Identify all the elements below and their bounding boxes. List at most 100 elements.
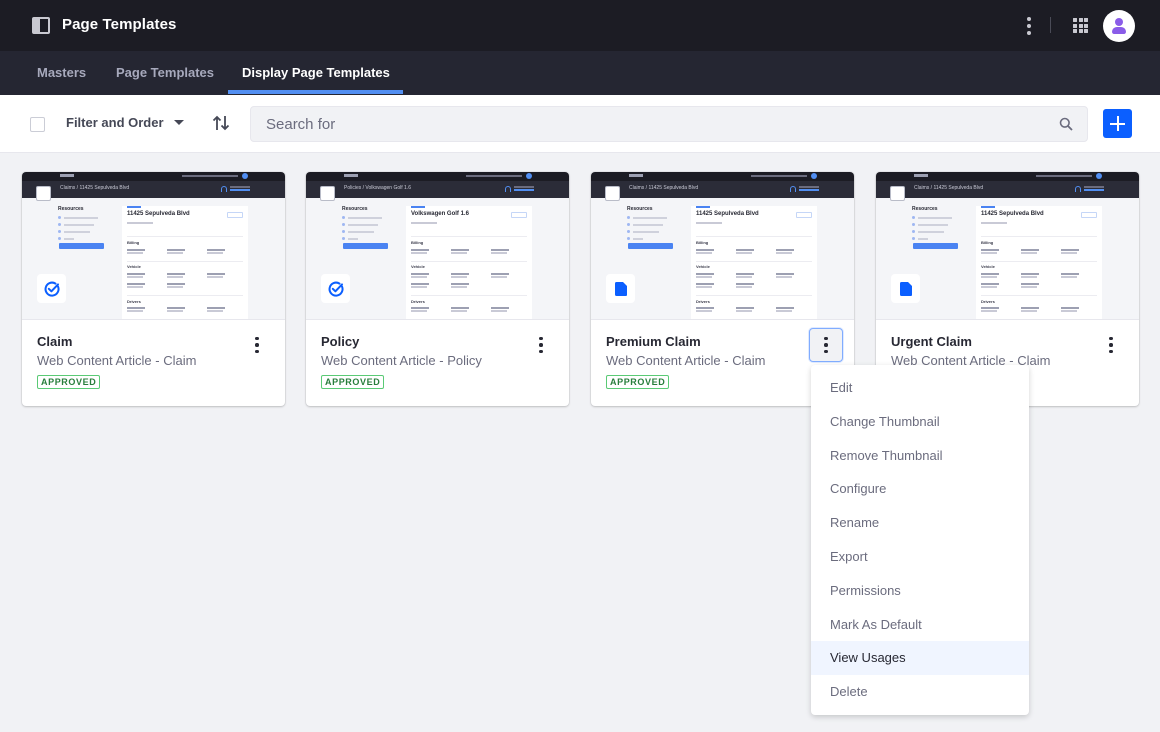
- preview-topbar: [591, 172, 854, 181]
- card-actions-menu: Edit Change Thumbnail Remove Thumbnail Conf…: [811, 365, 1029, 715]
- preview-breadcrumb: Claims / 11425 Sepulveda Blvd: [914, 185, 984, 191]
- headset-icon: [505, 186, 511, 192]
- dot: [824, 349, 828, 354]
- dot: [1027, 31, 1031, 35]
- card-select-checkbox[interactable]: [36, 186, 51, 201]
- active-tab-indicator: [228, 90, 403, 94]
- card-title[interactable]: Urgent Claim: [891, 334, 972, 349]
- check-circle-icon: [37, 274, 66, 303]
- preview-sidebar-title: Resources: [58, 206, 84, 212]
- dot: [1109, 343, 1113, 347]
- dot: [1027, 17, 1031, 21]
- dot: [255, 343, 259, 347]
- management-toolbar: Filter and Order: [0, 95, 1160, 153]
- product-menu-icon[interactable]: [32, 17, 50, 34]
- status-badge: APPROVED: [321, 375, 385, 389]
- preview-document: Volkswagen Golf 1.6 Billing Vehicle Driv…: [406, 206, 532, 319]
- preview-heading: 11425 Sepulveda Blvd: [981, 211, 1044, 217]
- preview-section: Billing: [127, 240, 140, 245]
- menu-item-mark-as-default[interactable]: Mark As Default: [811, 608, 1029, 642]
- dot: [539, 336, 543, 341]
- select-all-checkbox[interactable]: [30, 117, 45, 132]
- card-select-checkbox[interactable]: [605, 186, 620, 201]
- preview-document: 11425 Sepulveda Blvd Billing Vehicle Dri…: [122, 206, 248, 319]
- check-circle-icon: [321, 274, 350, 303]
- card-actions-button[interactable]: [240, 328, 274, 362]
- app-header: Page Templates: [0, 0, 1160, 51]
- preview-topbar: [22, 172, 285, 181]
- menu-item-permissions[interactable]: Permissions: [811, 574, 1029, 608]
- grid-icon[interactable]: [1073, 18, 1088, 33]
- headset-icon: [1075, 186, 1081, 192]
- card-thumbnail[interactable]: Claims / 11425 Sepulveda Blvd Resources …: [876, 172, 1139, 320]
- card-subtitle: Web Content Article - Claim: [37, 353, 197, 368]
- preview-breadcrumb: Claims / 11425 Sepulveda Blvd: [60, 185, 130, 191]
- status-badge: APPROVED: [606, 375, 670, 389]
- menu-item-rename[interactable]: Rename: [811, 506, 1029, 540]
- template-card: Policies / Volkswagen Golf 1.6 Resources…: [306, 172, 569, 406]
- headset-icon: [790, 186, 796, 192]
- card-title[interactable]: Premium Claim: [606, 334, 701, 349]
- card-thumbnail[interactable]: Claims / 11425 Sepulveda Blvd Resources …: [22, 172, 285, 320]
- template-card: Claims / 11425 Sepulveda Blvd Resources …: [22, 172, 285, 406]
- caret-down-icon: [173, 120, 184, 125]
- dot: [824, 343, 828, 347]
- status-badge: APPROVED: [37, 375, 101, 389]
- search-icon[interactable]: [1059, 117, 1073, 131]
- card-thumbnail[interactable]: Policies / Volkswagen Golf 1.6 Resources…: [306, 172, 569, 320]
- menu-item-configure[interactable]: Configure: [811, 472, 1029, 506]
- preview-section: Vehicle: [696, 264, 710, 269]
- preview-sidebar-title: Resources: [627, 206, 653, 212]
- user-avatar[interactable]: [1103, 10, 1135, 42]
- card-body: Policy Web Content Article - Policy APPR…: [306, 320, 569, 406]
- options-menu-button[interactable]: [1020, 16, 1038, 36]
- card-title[interactable]: Policy: [321, 334, 359, 349]
- dot: [1109, 336, 1113, 341]
- card-select-checkbox[interactable]: [890, 186, 905, 201]
- preview-sidebar-title: Resources: [912, 206, 938, 212]
- tab-display-page-templates[interactable]: Display Page Templates: [242, 51, 390, 95]
- preview-header: Claims / 11425 Sepulveda Blvd: [22, 181, 285, 198]
- preview-header: Claims / 11425 Sepulveda Blvd: [591, 181, 854, 198]
- dot: [255, 349, 259, 354]
- search-input[interactable]: [251, 107, 1087, 141]
- preview-heading: 11425 Sepulveda Blvd: [127, 211, 190, 217]
- preview-section: Drivers: [981, 299, 995, 304]
- preview-sidebar-title: Resources: [342, 206, 368, 212]
- tab-masters[interactable]: Masters: [37, 51, 86, 95]
- preview-section: Billing: [411, 240, 424, 245]
- filter-label: Filter and Order: [66, 115, 164, 130]
- card-select-checkbox[interactable]: [320, 186, 335, 201]
- dot: [824, 336, 828, 341]
- menu-item-export[interactable]: Export: [811, 540, 1029, 574]
- app-title: Page Templates: [62, 16, 177, 33]
- preview-topbar: [306, 172, 569, 181]
- preview-section: Vehicle: [127, 264, 141, 269]
- card-title[interactable]: Claim: [37, 334, 72, 349]
- dot: [1027, 24, 1031, 28]
- card-actions-button[interactable]: [1094, 328, 1128, 362]
- add-button[interactable]: [1103, 109, 1132, 138]
- preview-breadcrumb: Claims / 11425 Sepulveda Blvd: [629, 185, 699, 191]
- menu-item-delete[interactable]: Delete: [811, 675, 1029, 709]
- tab-page-templates[interactable]: Page Templates: [116, 51, 214, 95]
- card-actions-button[interactable]: [809, 328, 843, 362]
- document-icon: [606, 274, 635, 303]
- card-actions-button[interactable]: [524, 328, 558, 362]
- preview-heading: Volkswagen Golf 1.6: [411, 211, 469, 217]
- dot: [1109, 349, 1113, 354]
- card-thumbnail[interactable]: Claims / 11425 Sepulveda Blvd Resources …: [591, 172, 854, 320]
- menu-item-view-usages[interactable]: View Usages: [811, 641, 1029, 676]
- filter-and-order-dropdown[interactable]: Filter and Order: [66, 115, 184, 130]
- order-arrows-icon[interactable]: [212, 114, 230, 132]
- preview-header: Claims / 11425 Sepulveda Blvd: [876, 181, 1139, 198]
- preview-heading: 11425 Sepulveda Blvd: [696, 211, 759, 217]
- card-subtitle: Web Content Article - Policy: [321, 353, 482, 368]
- menu-item-edit[interactable]: Edit: [811, 371, 1029, 405]
- menu-item-change-thumbnail[interactable]: Change Thumbnail: [811, 405, 1029, 439]
- menu-item-remove-thumbnail[interactable]: Remove Thumbnail: [811, 439, 1029, 473]
- preview-section: Drivers: [411, 299, 425, 304]
- preview-section: Vehicle: [981, 264, 995, 269]
- document-icon: [891, 274, 920, 303]
- preview-section: Drivers: [696, 299, 710, 304]
